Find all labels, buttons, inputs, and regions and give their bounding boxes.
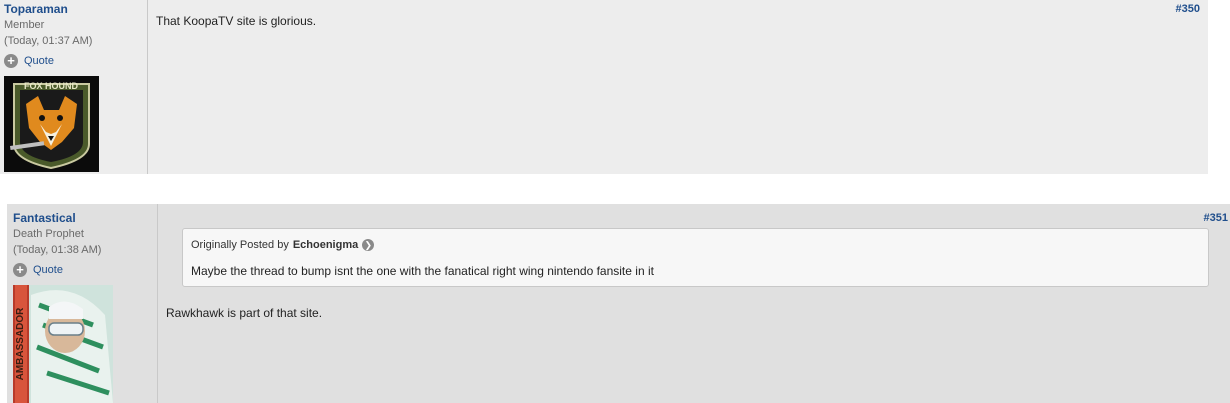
post-message: That KoopaTV site is glorious.	[156, 14, 317, 28]
avatar: FOX HOUND	[4, 76, 99, 172]
quote-label: Quote	[33, 264, 63, 276]
post-time: (Today, 01:37 AM)	[4, 35, 93, 47]
quote-header: Originally Posted by Echoenigma ❯	[191, 239, 375, 251]
username-link[interactable]: Toparaman	[4, 2, 68, 16]
quote-text: Maybe the thread to bump isnt the one wi…	[191, 264, 654, 278]
post-message: Rawkhawk is part of that site.	[166, 306, 323, 320]
quote-label: Quote	[24, 55, 54, 67]
user-title: Death Prophet	[13, 228, 84, 240]
post-351: Fantastical Death Prophet (Today, 01:38 …	[7, 204, 1230, 403]
plus-icon: +	[13, 263, 27, 277]
svg-text:FOX HOUND: FOX HOUND	[24, 81, 79, 91]
username-link[interactable]: Fantastical	[13, 211, 76, 225]
avatar-badge: AMBASSADOR	[13, 285, 29, 403]
quote-author: Echoenigma	[292, 239, 359, 251]
quote-block: Originally Posted by Echoenigma ❯ Maybe …	[182, 228, 1209, 287]
quote-button[interactable]: + Quote	[13, 263, 63, 277]
user-info: Toparaman Member (Today, 01:37 AM) + Quo…	[0, 0, 148, 174]
avatar-badge-text: AMBASSADOR	[15, 307, 26, 381]
view-post-icon[interactable]: ❯	[362, 239, 375, 251]
user-info: Fantastical Death Prophet (Today, 01:38 …	[7, 204, 158, 403]
post-number-link[interactable]: #350	[1176, 3, 1200, 15]
post-time: (Today, 01:38 AM)	[13, 244, 102, 256]
post-350: Toparaman Member (Today, 01:37 AM) + Quo…	[0, 0, 1208, 174]
user-title: Member	[4, 19, 45, 31]
plus-icon: +	[4, 54, 18, 68]
quote-prefix: Originally Posted by	[191, 239, 289, 251]
fox-hound-avatar-image: FOX HOUND	[4, 76, 99, 172]
quote-button[interactable]: + Quote	[4, 54, 54, 68]
post-number-link[interactable]: #351	[1204, 212, 1228, 224]
